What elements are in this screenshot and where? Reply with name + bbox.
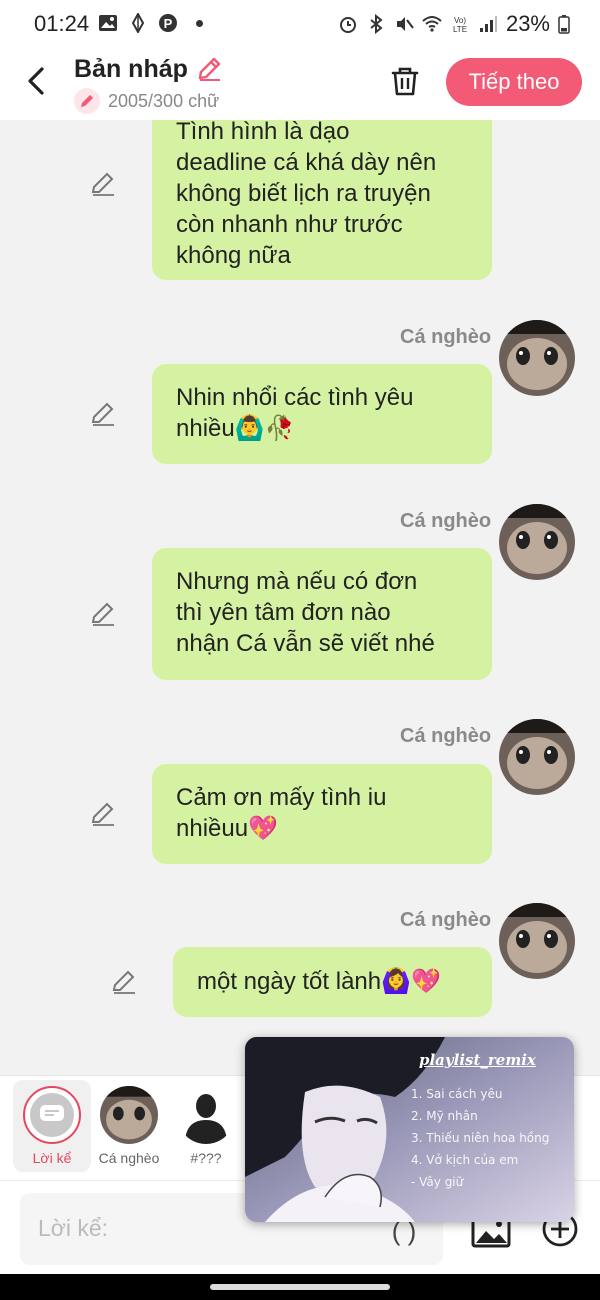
message-line: thì yên tâm đơn nào: [176, 599, 391, 626]
next-button[interactable]: Tiếp theo: [446, 58, 582, 106]
message-line: nhận Cá vẫn sẽ viết nhé: [176, 630, 435, 657]
message-line: Tình hình là dạo: [176, 120, 350, 145]
playlist-item: 1. Sai cách yêu: [411, 1087, 503, 1101]
word-counter-row: 2005/300 chữ: [74, 88, 219, 114]
system-nav-bar: [0, 1274, 600, 1300]
system-icons: Vo) LTE 23%: [338, 11, 570, 37]
message-line: một ngày tốt lành🙆‍♀️💖: [197, 968, 441, 995]
character-unknown[interactable]: #???: [167, 1080, 245, 1172]
edit-message-icon[interactable]: [110, 968, 138, 996]
pinterest-icon: P: [159, 14, 177, 32]
message-line: không nữa: [176, 242, 291, 269]
svg-text:LTE: LTE: [453, 25, 467, 34]
playlist-item: - Vây giữ: [411, 1175, 464, 1189]
trash-icon[interactable]: [388, 64, 422, 98]
avatar[interactable]: [499, 903, 575, 979]
sender-name: Cá nghèo: [400, 510, 492, 532]
message-line: nhiều🙆‍♂️🥀: [176, 415, 295, 442]
message-bubble[interactable]: Nhin nhổi các tình yêu nhiều🙆‍♂️🥀: [152, 364, 492, 464]
battery-icon: [558, 15, 570, 34]
character-ca-ngheo[interactable]: Cá nghèo: [90, 1080, 168, 1172]
svg-text:P: P: [164, 16, 173, 31]
sender-name: Cá nghèo: [400, 909, 492, 931]
message-bubble[interactable]: Nhưng mà nếu có đơn thì yên tâm đơn nào …: [152, 548, 492, 680]
app-screen: 01:24 P Vo) LTE 23% Bản nháp 2005/300 ch…: [0, 0, 600, 1274]
avatar[interactable]: [499, 320, 575, 396]
edit-title-icon[interactable]: [194, 54, 224, 84]
home-gesture-bar[interactable]: [210, 1284, 390, 1290]
playlist-item: 2. Mỹ nhân: [411, 1109, 478, 1123]
message-line: deadline cá khá dày nên: [176, 149, 437, 176]
character-label: Cá nghèo: [98, 1150, 160, 1166]
sender-name: Cá nghèo: [400, 725, 492, 747]
wifi-icon: [422, 16, 442, 32]
edit-message-icon[interactable]: [89, 400, 117, 428]
avatar[interactable]: [499, 719, 575, 795]
gallery-icon: [99, 15, 117, 31]
word-counter: 2005/300 chữ: [108, 90, 220, 111]
signal-icon: [479, 16, 497, 32]
message-line: Nhin nhổi các tình yêu: [176, 384, 414, 411]
message-line: nhiềuu💖: [176, 815, 278, 842]
message-line: còn nhanh như trước: [176, 211, 403, 238]
page-title: Bản nháp: [74, 54, 188, 83]
status-bar: 01:24 P Vo) LTE 23%: [0, 0, 600, 50]
sender-name: Cá nghèo: [400, 326, 492, 348]
silhouette-avatar: [177, 1086, 235, 1144]
playlist-item: 4. Vở kịch của em: [411, 1153, 519, 1167]
chat-area[interactable]: Tình hình là dạo deadline cá khá dày nên…: [0, 120, 600, 1075]
playlist-item: 3. Thiếu niên hoa hồng: [411, 1131, 550, 1145]
svg-text:Vo): Vo): [454, 16, 466, 25]
avatar[interactable]: [499, 504, 575, 580]
person-silhouette-icon: [185, 1094, 227, 1144]
edit-message-icon[interactable]: [89, 600, 117, 628]
message-line: Cảm ơn mấy tình iu: [176, 784, 387, 811]
message-bubble[interactable]: Cảm ơn mấy tình iu nhiềuu💖: [152, 764, 492, 864]
narrator-badge: [23, 1086, 81, 1144]
app-header: Bản nháp 2005/300 chữ Tiếp theo: [0, 50, 600, 120]
edit-message-icon[interactable]: [89, 800, 117, 828]
back-arrow-icon[interactable]: [22, 64, 52, 98]
volte-icon: Vo)LTE: [453, 16, 467, 34]
mute-icon: [396, 17, 414, 31]
status-time: 01:24: [34, 11, 90, 36]
message-bubble[interactable]: một ngày tốt lành🙆‍♀️💖: [173, 947, 492, 1017]
avatar: [100, 1086, 158, 1144]
speech-bubble-icon: [40, 1105, 64, 1121]
pen-badge-icon: [74, 88, 100, 114]
character-narrator[interactable]: Lời kể: [13, 1080, 91, 1172]
message-line: Nhưng mà nếu có đơn: [176, 568, 418, 595]
floating-video-overlay[interactable]: playlist_remix 1. Sai cách yêu 2. Mỹ nhâ…: [245, 1037, 574, 1222]
battery-percent: 23%: [505, 11, 550, 36]
message-line: không biết lịch ra truyện: [176, 180, 431, 207]
alarm-icon: [339, 17, 356, 33]
character-label: Lời kể: [32, 1150, 72, 1166]
message-bubble[interactable]: Tình hình là dạo deadline cá khá dày nên…: [152, 120, 492, 280]
edit-message-icon[interactable]: [89, 170, 117, 198]
notification-icons: P: [98, 13, 203, 33]
bluetooth-icon: [370, 14, 383, 34]
playlist-title: playlist_remix: [419, 1051, 536, 1069]
title-row: Bản nháp: [74, 54, 224, 84]
character-label: #???: [190, 1150, 222, 1166]
more-notifications-dot: [196, 19, 203, 27]
diamond-app-icon: [131, 13, 145, 33]
